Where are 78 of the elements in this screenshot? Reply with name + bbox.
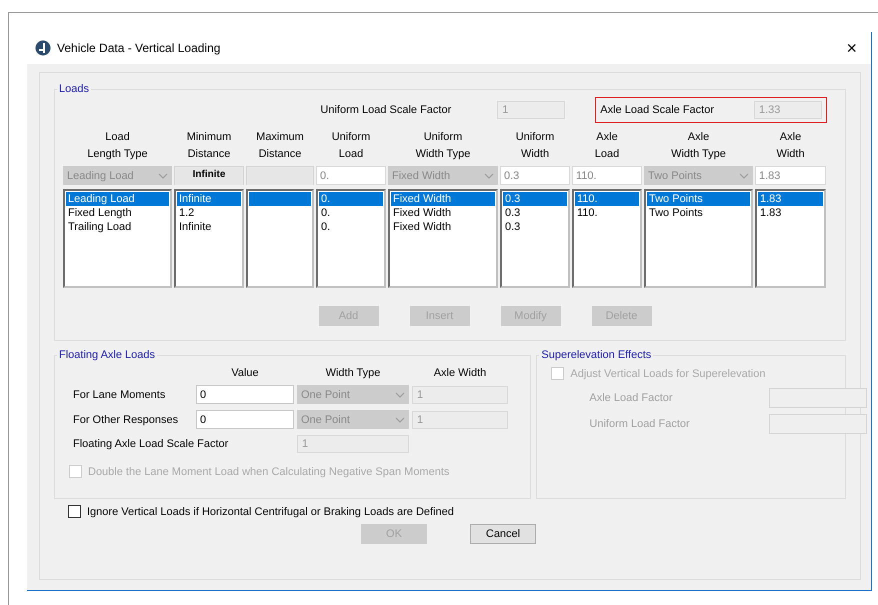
checkbox-label: Ignore Vertical Loads if Horizontal Centrifugal or Braking Loads are Defined <box>87 506 454 518</box>
scale-field: 1 <box>297 435 409 453</box>
chevron-down-icon <box>395 416 405 422</box>
list-item[interactable]: Two Points <box>647 206 750 220</box>
window-title: Vehicle Data - Vertical Loading <box>57 41 222 55</box>
list-box[interactable] <box>246 189 314 288</box>
checkbox-label: Adjust Vertical Loads for Superelevation <box>570 368 766 380</box>
list-box[interactable]: 1.83 1.83 <box>755 189 826 288</box>
list-item[interactable]: 1.2 <box>177 206 241 220</box>
list-item[interactable]: 110. <box>575 192 639 206</box>
list-box[interactable]: Two Points Two Points <box>644 189 753 288</box>
input-field[interactable]: 110. <box>572 166 642 185</box>
list-box[interactable]: Fixed Width Fixed Width Fixed Width <box>388 189 498 288</box>
row-label: Floating Axle Load Scale Factor <box>73 438 230 450</box>
chevron-down-icon <box>484 172 494 178</box>
list-item[interactable]: Fixed Width <box>391 192 495 206</box>
list-box[interactable]: Leading Load Fixed Length Trailing Load <box>63 189 172 288</box>
column-header: Width Type <box>324 367 382 379</box>
static-field: Infinite <box>174 166 244 185</box>
checkbox-label: Double the Lane Moment Load when Calculating Negative Span Moments <box>88 466 450 478</box>
group-title: Loads <box>58 83 90 95</box>
column-header: Axle Width Type <box>670 130 727 162</box>
field-label: Axle Load Factor <box>589 392 674 404</box>
list-item[interactable]: Infinite <box>177 192 241 206</box>
column-header: Uniform Width Type <box>414 130 472 162</box>
list-box[interactable]: 0.3 0.3 0.3 <box>500 189 570 288</box>
list-item[interactable]: 1.83 <box>758 206 823 220</box>
list-item[interactable]: Fixed Length <box>66 206 169 220</box>
list-item[interactable]: Two Points <box>647 192 750 206</box>
dialog-button[interactable]: Cancel <box>470 524 536 544</box>
scale-field: 1.33 <box>754 101 822 119</box>
static-field <box>246 166 314 185</box>
list-item[interactable]: Infinite <box>177 220 241 234</box>
group-title: Floating Axle Loads <box>58 349 156 361</box>
input-field[interactable]: 1.83 <box>755 166 826 185</box>
column-header: Axle Load <box>594 130 620 162</box>
axle-width-field: 1 <box>412 386 508 404</box>
list-box[interactable]: Infinite 1.2 Infinite <box>174 189 244 288</box>
column-header: Minimum Distance <box>186 130 232 162</box>
input-field[interactable]: 0. <box>316 166 386 185</box>
value-field[interactable]: 0 <box>196 385 294 404</box>
field-label: Uniform Load Factor <box>589 418 691 430</box>
chevron-down-icon <box>395 392 405 398</box>
list-item[interactable]: 1.83 <box>758 192 823 206</box>
list-item[interactable]: Fixed Width <box>391 206 495 220</box>
column-header: Maximum Distance <box>255 130 305 162</box>
list-item[interactable]: Fixed Width <box>391 220 495 234</box>
column-header: Uniform Width <box>514 130 556 162</box>
column-header: Uniform Load <box>330 130 372 162</box>
list-item[interactable]: 0. <box>319 192 383 206</box>
list-item[interactable]: 0. <box>319 220 383 234</box>
list-item[interactable]: 0. <box>319 206 383 220</box>
list-item[interactable]: 0.3 <box>503 192 567 206</box>
list-item[interactable]: 0.3 <box>503 220 567 234</box>
checkbox[interactable]: Ignore Vertical Loads if Horizontal Centrifugal or Braking Loads are Defined <box>68 505 846 518</box>
app-icon <box>35 40 51 56</box>
chevron-down-icon <box>158 172 168 178</box>
list-item[interactable]: 0.3 <box>503 206 567 220</box>
row-label: For Lane Moments <box>73 388 166 400</box>
field-label: Uniform Load Scale Factor <box>320 104 452 116</box>
scale-field: 1 <box>497 101 566 119</box>
chevron-down-icon <box>739 172 749 178</box>
column-header: Load Length Type <box>86 130 149 162</box>
column-header: Axle Width <box>432 367 488 379</box>
row-label: For Other Responses <box>73 414 180 426</box>
axle-width-field: 1 <box>412 410 508 428</box>
value-field[interactable]: 0 <box>196 410 294 429</box>
list-box[interactable]: 0. 0. 0. <box>316 189 386 288</box>
list-item[interactable]: 110. <box>575 206 639 220</box>
field-label: Axle Load Scale Factor <box>600 104 714 116</box>
column-header: Axle Width <box>775 130 806 162</box>
list-item[interactable]: Trailing Load <box>66 220 169 234</box>
column-header: Value <box>230 367 260 379</box>
group-title: Superelevation Effects <box>540 349 652 361</box>
list-item[interactable]: Leading Load <box>66 192 169 206</box>
input-field[interactable]: 0.3 <box>500 166 570 185</box>
close-button[interactable]: × <box>840 38 863 58</box>
list-box[interactable]: 110. 110. <box>572 189 642 288</box>
